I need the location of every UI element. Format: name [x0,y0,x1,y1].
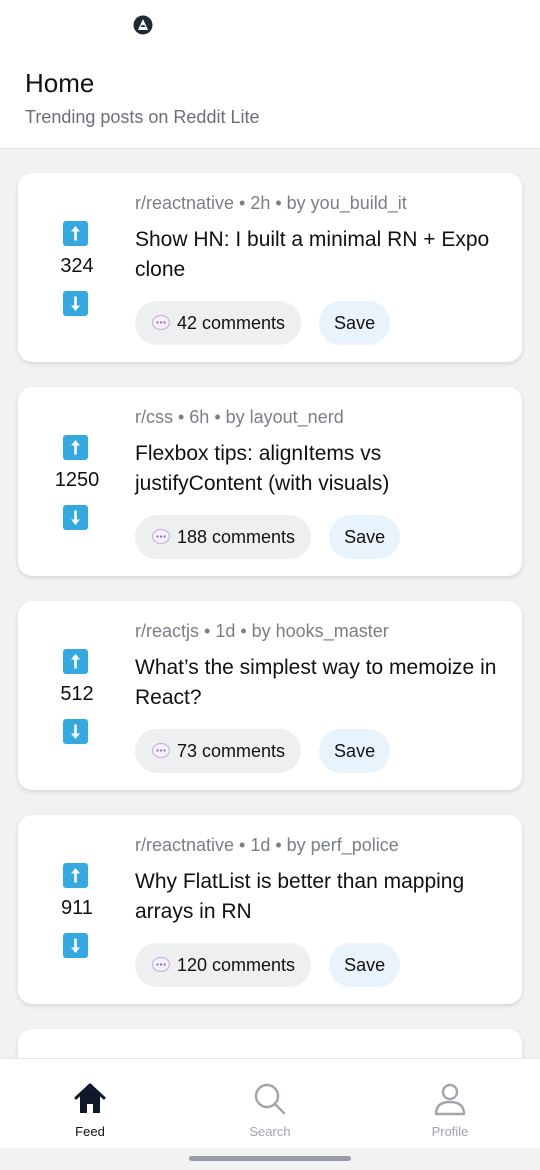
speech-bubble-icon [151,314,171,332]
post-meta[interactable]: r/reactjs • 1d • by hooks_master [135,621,389,642]
save-button[interactable]: Save [319,729,391,773]
post-score: 512 [60,683,94,705]
post-card[interactable]: 512 r/reactjs • 1d • by hooks_master Wha… [18,601,522,790]
comments-label: 73 comments [177,740,286,761]
downvote-button[interactable] [63,291,88,316]
vote-column: 512 [18,601,136,790]
post-feed[interactable]: 324 r/reactnative • 2h • by you_build_it… [0,150,540,1058]
app-notification-icon [133,15,153,35]
bottom-tab-bar: Feed Search Profile [0,1058,540,1148]
post-title[interactable]: What’s the simplest way to memoize in Re… [135,653,510,713]
downvote-button[interactable] [63,505,88,530]
post-score: 1250 [54,469,100,491]
post-title[interactable]: Flexbox tips: alignItems vs justifyConte… [135,439,510,499]
page-subtitle: Trending posts on Reddit Lite [25,107,260,127]
post-card[interactable]: 1250 r/css • 6h • by layout_nerd Flexbox… [18,387,522,576]
post-score: 911 [61,897,93,919]
page-header: Home Trending posts on Reddit Lite [0,52,540,149]
speech-bubble-icon [151,742,171,760]
tab-label: Feed [75,1124,105,1139]
downvote-button[interactable] [63,933,88,958]
save-button[interactable]: Save [329,515,401,559]
post-title[interactable]: Why FlatList is better than mapping arra… [135,867,510,927]
save-button[interactable]: Save [319,301,391,345]
post-actions: 42 comments Save [135,301,391,345]
vote-column: 911 [18,815,136,1004]
post-meta[interactable]: r/css • 6h • by layout_nerd [135,407,344,428]
comments-button[interactable]: 188 comments [135,515,312,559]
post-score: 324 [60,255,94,277]
comments-label: 188 comments [177,526,296,547]
comments-label: 42 comments [177,312,286,333]
person-icon [432,1081,468,1117]
post-meta[interactable]: r/reactnative • 2h • by you_build_it [135,193,407,214]
speech-bubble-icon [151,528,171,546]
tab-search[interactable]: Search [180,1059,360,1149]
tab-label: Profile [431,1124,469,1139]
post-meta[interactable]: r/reactnative • 1d • by perf_police [135,835,399,856]
downvote-button[interactable] [63,719,88,744]
tab-label: Search [249,1124,291,1139]
post-actions: 120 comments Save [135,943,401,987]
vote-column: 324 [18,173,136,362]
upvote-button[interactable] [63,435,88,460]
post-card[interactable]: 324 r/reactnative • 2h • by you_build_it… [18,173,522,362]
system-nav-bar [0,1148,540,1170]
upvote-button[interactable] [63,863,88,888]
home-icon [72,1081,108,1117]
page-title: Home [25,68,95,98]
comments-button[interactable]: 120 comments [135,943,312,987]
save-button[interactable]: Save [329,943,401,987]
vote-column: 1250 [18,387,136,576]
post-card-partial[interactable] [18,1029,522,1058]
home-indicator[interactable] [189,1156,351,1161]
post-actions: 73 comments Save [135,729,391,773]
upvote-button[interactable] [63,221,88,246]
post-title[interactable]: Show HN: I built a minimal RN + Expo clo… [135,225,510,285]
status-bar [0,0,540,52]
speech-bubble-icon [151,956,171,974]
comments-button[interactable]: 73 comments [135,729,302,773]
post-actions: 188 comments Save [135,515,401,559]
search-icon [252,1081,288,1117]
post-card[interactable]: 911 r/reactnative • 1d • by perf_police … [18,815,522,1004]
upvote-button[interactable] [63,649,88,674]
tab-profile[interactable]: Profile [360,1059,540,1149]
tab-feed[interactable]: Feed [0,1059,180,1149]
comments-label: 120 comments [177,954,296,975]
comments-button[interactable]: 42 comments [135,301,302,345]
